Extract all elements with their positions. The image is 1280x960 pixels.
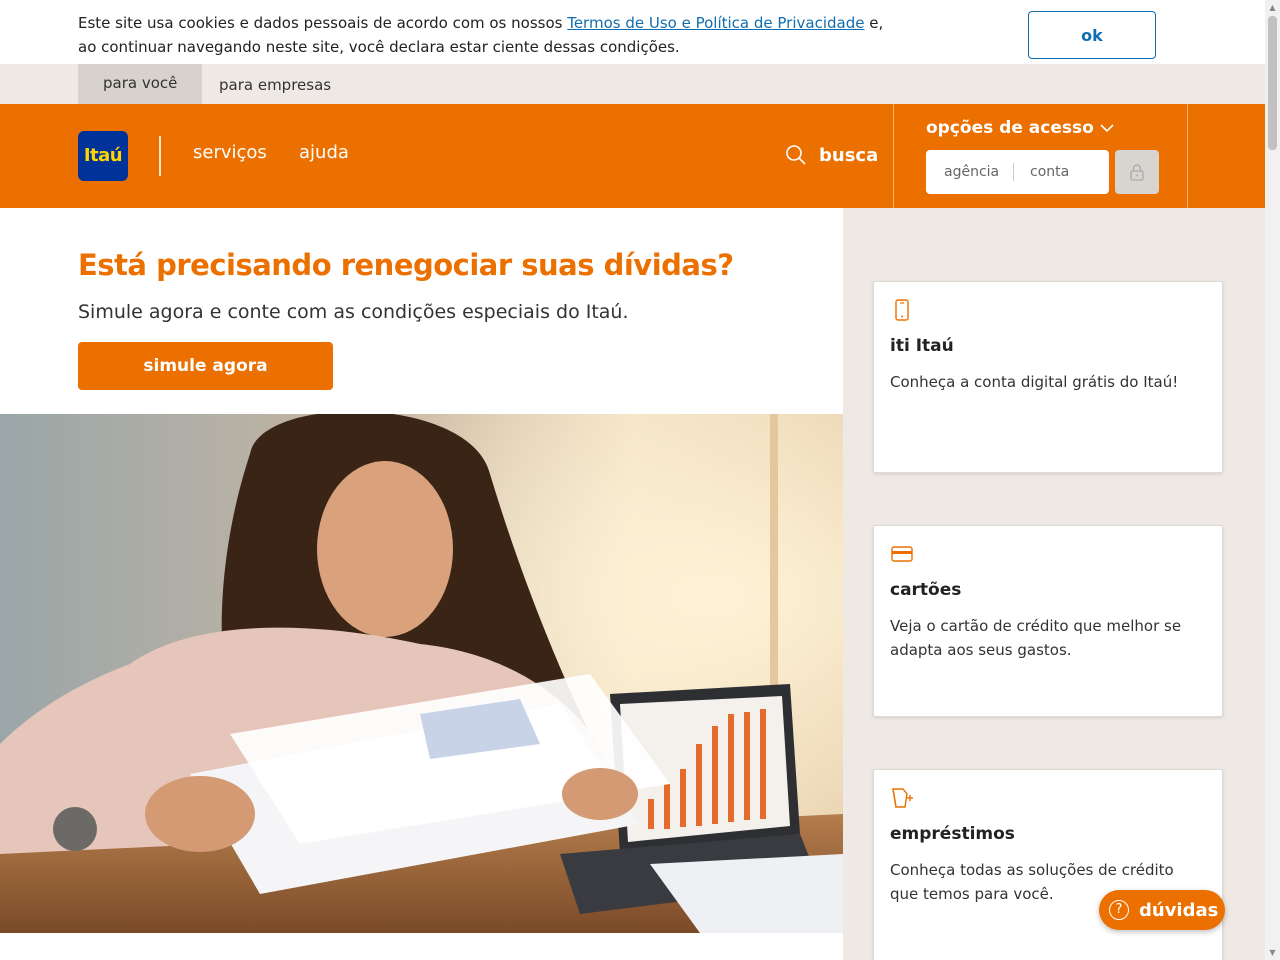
access-options-label: opções de acesso [926,118,1094,138]
itau-logo[interactable]: Itaú [78,131,128,181]
input-separator [1013,163,1014,181]
simulate-now-button[interactable]: simule agora [78,342,333,390]
credit-card-icon [891,546,913,562]
lock-icon [1130,164,1144,181]
cookie-text-start: Este site usa cookies e dados pessoais d… [78,14,568,32]
smartphone-icon [895,299,909,321]
login-submit-button[interactable] [1115,150,1159,194]
access-options-dropdown[interactable]: opções de acesso [926,118,1114,138]
scroll-thumb[interactable] [1268,16,1277,150]
privacy-terms-link[interactable]: Termos de Uso e Política de Privacidade [567,14,864,32]
logo-divider [159,136,161,176]
agencia-input[interactable] [944,160,1010,184]
loan-icon [892,788,913,808]
card-emprestimos[interactable]: empréstimos Conheça todas as soluções de… [873,769,1223,960]
hero-subtitle: Simule agora e conte com as condições es… [78,301,629,323]
card-description: Veja o cartão de crédito que melhor se a… [890,617,1182,659]
chevron-down-icon [1100,124,1114,133]
card-iti-itau[interactable]: iti Itaú Conheça a conta digital grátis … [873,281,1223,473]
card-title: cartões [890,580,962,600]
conta-input[interactable] [1030,160,1100,184]
search-label: busca [819,144,879,166]
login-fields [926,150,1109,194]
card-description: Conheça a conta digital grátis do Itaú! [890,373,1179,391]
main-header: Itaú serviços ajuda busca opções de aces… [0,104,1265,208]
segment-tab-para-empresas[interactable]: para empresas [194,64,356,104]
scroll-up-icon[interactable]: ▲ [1265,0,1280,15]
card-title: empréstimos [890,824,1015,844]
header-divider-left [893,104,894,208]
page-scrollbar[interactable]: ▲ ▼ [1265,0,1280,960]
hero-photo-illustration [0,414,843,933]
search-button[interactable]: busca [785,140,878,170]
scroll-down-icon[interactable]: ▼ [1265,945,1280,960]
cookie-ok-button[interactable]: ok [1028,11,1156,59]
segment-bar: para você para empresas [0,64,1265,104]
card-title: iti Itaú [890,336,954,356]
header-divider-right [1187,104,1188,208]
nav-ajuda[interactable]: ajuda [299,142,349,163]
hero-photo [0,414,843,933]
question-icon: ? [1109,900,1129,920]
help-label: dúvidas [1139,899,1219,921]
cookie-message: Este site usa cookies e dados pessoais d… [78,11,898,59]
nav-servicos[interactable]: serviços [193,142,267,163]
card-cartoes[interactable]: cartões Veja o cartão de crédito que mel… [873,525,1223,717]
help-button[interactable]: ? dúvidas [1099,890,1225,930]
cookie-banner: Este site usa cookies e dados pessoais d… [0,0,1265,64]
search-icon [786,145,806,165]
hero-title: Está precisando renegociar suas dívidas? [78,248,734,282]
segment-tab-para-voce[interactable]: para você [78,64,203,104]
